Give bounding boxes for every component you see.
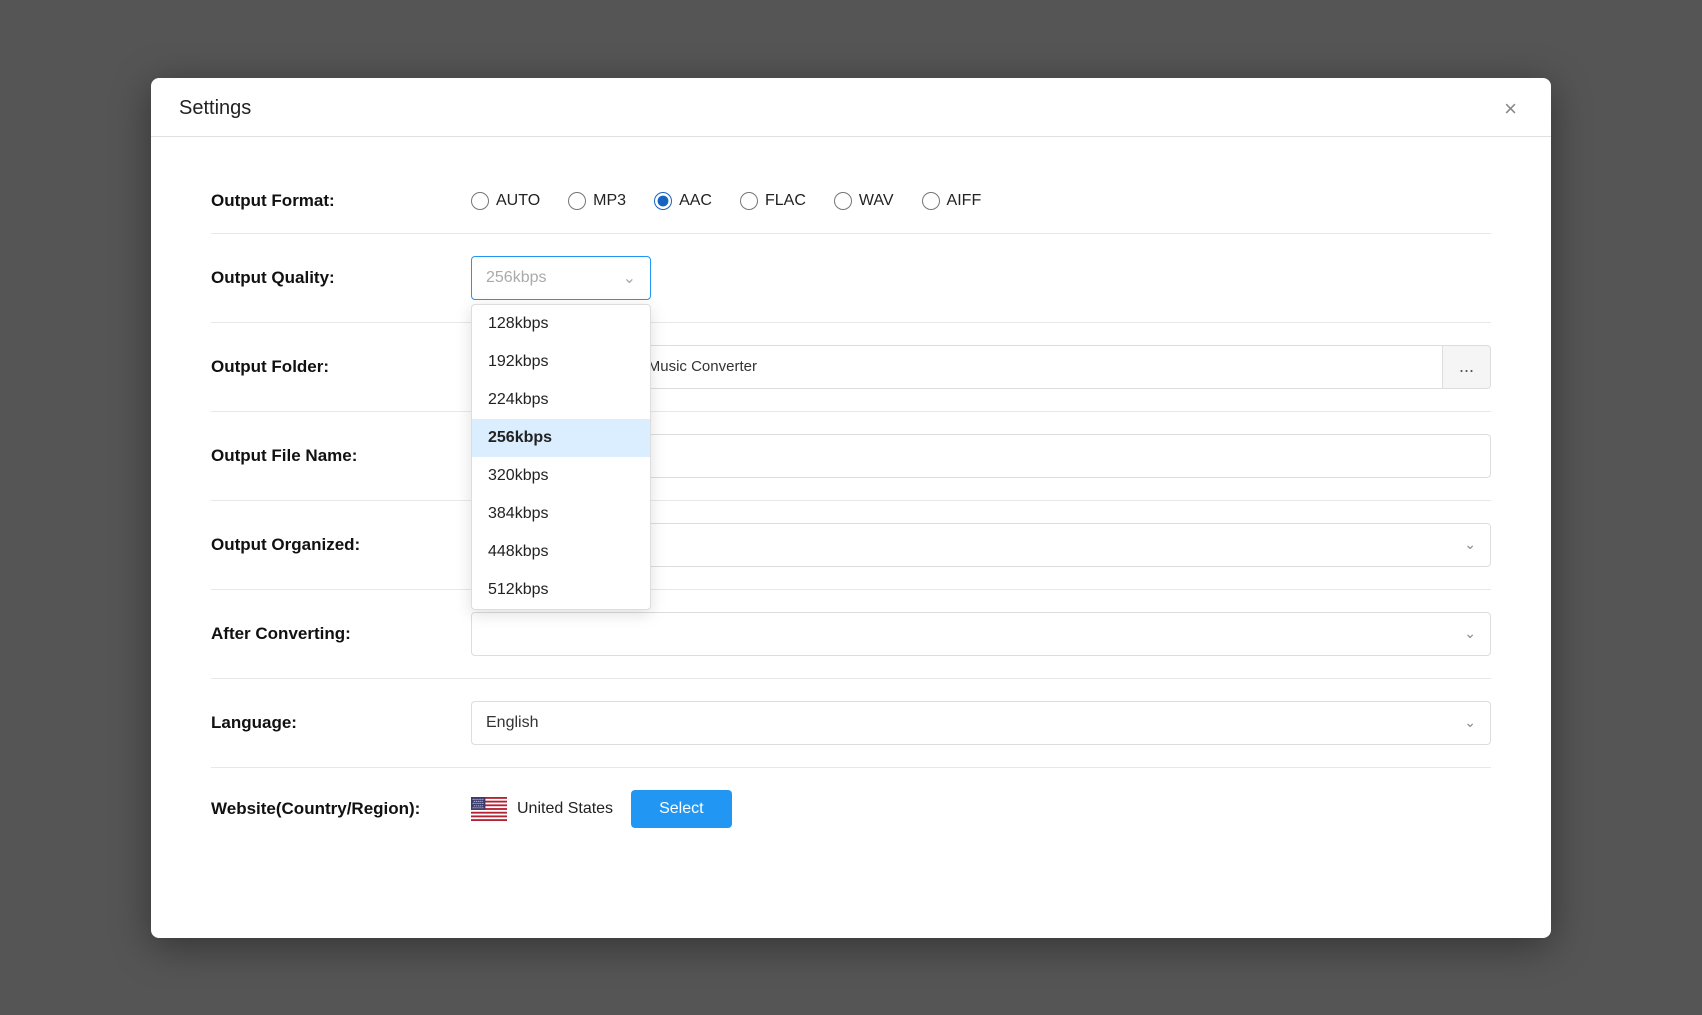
- radio-auto-label: AUTO: [496, 192, 540, 210]
- quality-option-192[interactable]: 192kbps: [472, 343, 650, 381]
- radio-mp3-label: MP3: [593, 192, 626, 210]
- radio-aiff[interactable]: [922, 192, 940, 210]
- quality-option-384[interactable]: 384kbps: [472, 495, 650, 533]
- after-converting-dropdown[interactable]: ⌄: [471, 612, 1491, 656]
- output-quality-label: Output Quality:: [211, 268, 471, 288]
- radio-option-mp3[interactable]: MP3: [568, 192, 626, 210]
- close-button[interactable]: ×: [1498, 96, 1523, 122]
- output-organized-row: Output Organized: ⌄: [211, 501, 1491, 590]
- quality-dropdown-value: 256kbps: [486, 269, 547, 287]
- browse-button[interactable]: ...: [1443, 345, 1491, 389]
- language-row: Language: English ⌄: [211, 679, 1491, 768]
- dialog-header: Settings ×: [151, 78, 1551, 137]
- radio-aac-label: AAC: [679, 192, 712, 210]
- language-chevron-icon: ⌄: [1464, 714, 1476, 731]
- after-converting-chevron-icon: ⌄: [1464, 625, 1476, 642]
- quality-dropdown-chevron: ⌄: [623, 268, 636, 288]
- output-organized-chevron-icon: ⌄: [1464, 536, 1476, 553]
- radio-option-wav[interactable]: WAV: [834, 192, 894, 210]
- quality-dropdown-menu: 128kbps 192kbps 224kbps 256kbps 320kbps …: [471, 304, 651, 610]
- quality-option-256[interactable]: 256kbps: [472, 419, 650, 457]
- select-country-button[interactable]: Select: [631, 790, 731, 828]
- output-format-content: AUTO MP3 AAC FLAC: [471, 192, 1491, 210]
- output-format-row: Output Format: AUTO MP3 AAC: [211, 169, 1491, 234]
- language-content: English ⌄: [471, 701, 1491, 745]
- dialog-title: Settings: [179, 97, 251, 120]
- website-content: ★★★★★★ ★★★★★ ★★★★★★ ★★★★★ ★★★★★★ United …: [471, 790, 1491, 828]
- language-value: English: [486, 714, 538, 732]
- output-format-radio-group: AUTO MP3 AAC FLAC: [471, 192, 981, 210]
- quality-option-128[interactable]: 128kbps: [472, 305, 650, 343]
- radio-option-aac[interactable]: AAC: [654, 192, 712, 210]
- radio-aac[interactable]: [654, 192, 672, 210]
- radio-aiff-label: AIFF: [947, 192, 982, 210]
- output-format-label: Output Format:: [211, 191, 471, 211]
- website-label: Website(Country/Region):: [211, 799, 471, 819]
- language-dropdown[interactable]: English ⌄: [471, 701, 1491, 745]
- output-quality-content: 256kbps ⌄ 128kbps 192kbps 224kbps 256kbp…: [471, 256, 1491, 300]
- quality-dropdown-container: 256kbps ⌄ 128kbps 192kbps 224kbps 256kbp…: [471, 256, 651, 300]
- output-folder-label: Output Folder:: [211, 357, 471, 377]
- us-flag-icon: ★★★★★★ ★★★★★ ★★★★★★ ★★★★★ ★★★★★★: [471, 797, 507, 821]
- after-converting-label: After Converting:: [211, 624, 471, 644]
- output-organized-label: Output Organized:: [211, 535, 471, 555]
- radio-auto[interactable]: [471, 192, 489, 210]
- output-file-name-row: Output File Name:: [211, 412, 1491, 501]
- output-folder-row: Output Folder: ...: [211, 323, 1491, 412]
- svg-text:★★★★★★: ★★★★★★: [472, 806, 484, 809]
- radio-mp3[interactable]: [568, 192, 586, 210]
- radio-flac-label: FLAC: [765, 192, 806, 210]
- output-quality-row: Output Quality: 256kbps ⌄ 128kbps 192kbp…: [211, 234, 1491, 323]
- settings-dialog: Settings × Output Format: AUTO MP3: [151, 78, 1551, 938]
- after-converting-row: After Converting: ⌄: [211, 590, 1491, 679]
- radio-option-aiff[interactable]: AIFF: [922, 192, 982, 210]
- radio-option-flac[interactable]: FLAC: [740, 192, 806, 210]
- website-row: Website(Country/Region): ★★★★★★ ★★★★★: [211, 768, 1491, 850]
- quality-option-512[interactable]: 512kbps: [472, 571, 650, 609]
- radio-flac[interactable]: [740, 192, 758, 210]
- language-label: Language:: [211, 713, 471, 733]
- radio-wav[interactable]: [834, 192, 852, 210]
- country-name: United States: [517, 800, 613, 818]
- after-converting-content: ⌄: [471, 612, 1491, 656]
- quality-option-320[interactable]: 320kbps: [472, 457, 650, 495]
- quality-option-448[interactable]: 448kbps: [472, 533, 650, 571]
- dialog-body: Output Format: AUTO MP3 AAC: [151, 137, 1551, 890]
- output-file-name-label: Output File Name:: [211, 446, 471, 466]
- quality-option-224[interactable]: 224kbps: [472, 381, 650, 419]
- radio-option-auto[interactable]: AUTO: [471, 192, 540, 210]
- radio-wav-label: WAV: [859, 192, 894, 210]
- quality-dropdown-button[interactable]: 256kbps ⌄: [471, 256, 651, 300]
